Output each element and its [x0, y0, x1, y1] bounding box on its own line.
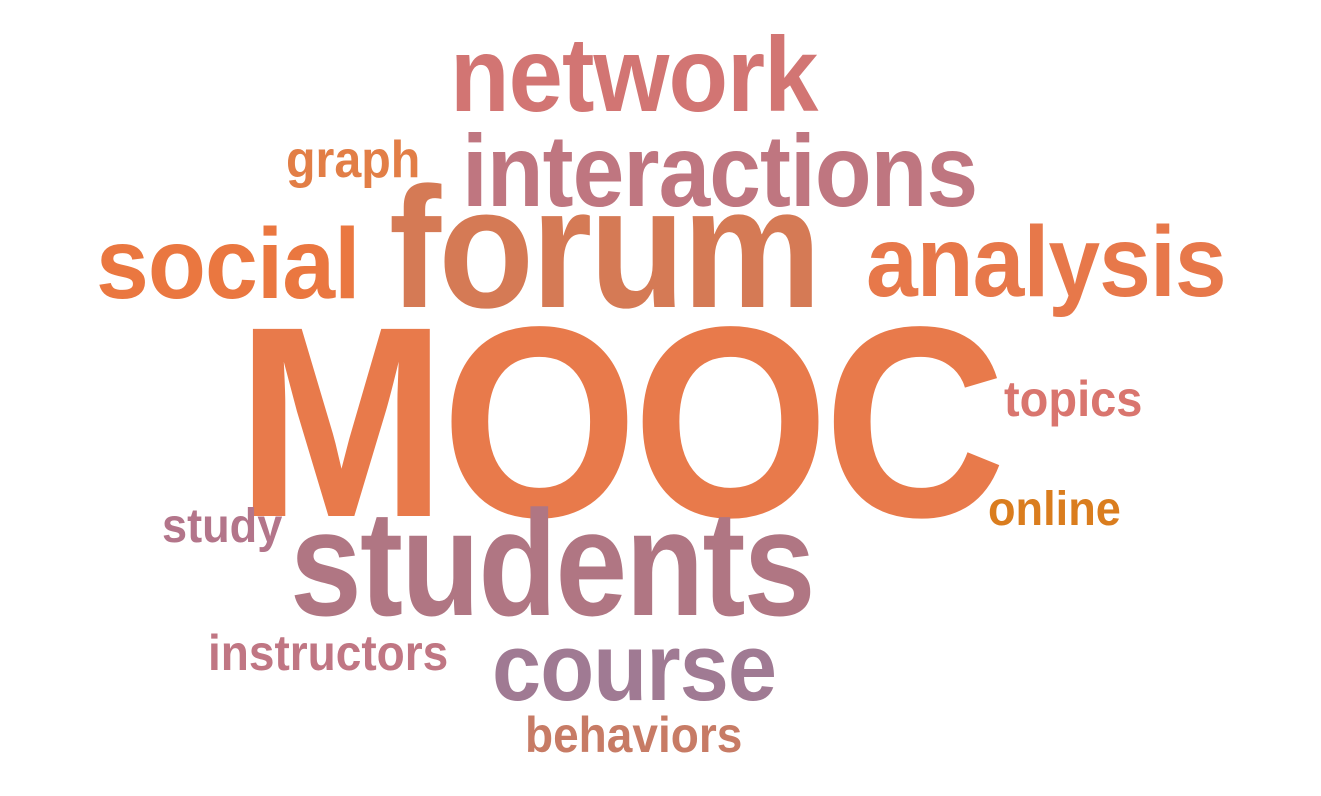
word-online: online [988, 483, 1121, 536]
word-cloud: network graph interactions social forum … [0, 0, 1321, 796]
word-network: network [450, 16, 818, 134]
word-topics: topics [1004, 371, 1143, 427]
word-study: study [162, 500, 283, 553]
word-course: course [492, 614, 777, 721]
word-behaviors: behaviors [525, 707, 743, 763]
word-instructors: instructors [208, 625, 449, 681]
